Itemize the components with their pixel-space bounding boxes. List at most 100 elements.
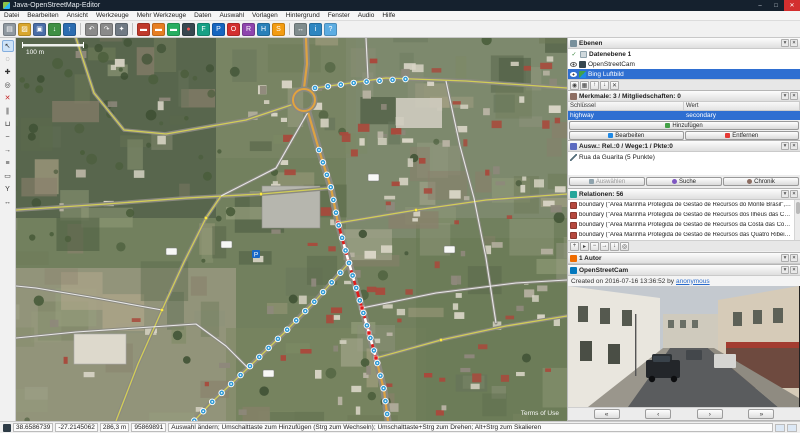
layer-row-bing-luftbild[interactable]: Bing Luftbild xyxy=(568,69,800,79)
align-nodes-tool-icon[interactable]: ≡ xyxy=(1,157,14,169)
tram-preset-icon[interactable]: ▬ xyxy=(167,22,180,36)
move-layer-up-button[interactable]: ↑ xyxy=(590,80,599,90)
edit-tag-button[interactable]: Bearbeiten xyxy=(569,131,684,140)
maximize-button[interactable]: □ xyxy=(768,0,784,11)
panel-close-icon[interactable]: × xyxy=(790,142,798,150)
search-button[interactable]: Suche xyxy=(646,177,722,186)
upload-icon[interactable]: ↑ xyxy=(63,22,76,36)
scrollbar[interactable] xyxy=(794,200,800,240)
panel-close-icon[interactable]: × xyxy=(790,92,798,100)
extrude-tool-icon[interactable]: ⊔ xyxy=(1,118,14,130)
car-preset-icon[interactable]: ▬ xyxy=(137,22,150,36)
menu-hilfe[interactable]: Hilfe xyxy=(378,11,399,20)
panel-sticky-icon[interactable]: ▾ xyxy=(781,39,789,47)
lasso-tool-icon[interactable]: ◌ xyxy=(1,53,14,65)
tag-row-highway[interactable]: highway secondary xyxy=(568,111,800,120)
panel-close-icon[interactable]: × xyxy=(790,39,798,47)
measure-tool-icon[interactable]: ↔ xyxy=(1,196,14,208)
split-way-tool-icon[interactable]: Y xyxy=(1,183,14,195)
next-photo-button[interactable]: › xyxy=(696,409,723,419)
previous-photo-button[interactable]: ‹ xyxy=(645,409,672,419)
redo-icon[interactable]: ↷ xyxy=(100,22,113,36)
menu-auswahl[interactable]: Auswahl xyxy=(215,11,248,20)
panel-close-icon[interactable]: × xyxy=(790,266,798,274)
photo-author-link[interactable]: anonymous xyxy=(676,278,710,285)
menu-ansicht[interactable]: Ansicht xyxy=(63,11,92,20)
menu-audio[interactable]: Audio xyxy=(354,11,379,20)
delete-relation-button[interactable]: − xyxy=(590,241,599,251)
layer-opacity-button[interactable]: ▦ xyxy=(580,80,589,90)
move-layer-down-button[interactable]: ↓ xyxy=(600,80,609,90)
history-button[interactable]: Chronik xyxy=(723,177,799,186)
first-photo-button[interactable]: « xyxy=(593,409,620,419)
relation-row[interactable]: boundary ("Área Marinha Protegida de Ges… xyxy=(568,230,800,240)
menu-datei[interactable]: Datei xyxy=(0,11,23,20)
menu-fenster[interactable]: Fenster xyxy=(324,11,354,20)
parking-icon[interactable]: P xyxy=(212,22,225,36)
download-relation-members-button[interactable]: ↓ xyxy=(610,241,619,251)
select-relation-members-button[interactable]: → xyxy=(600,241,609,251)
new-relation-button[interactable]: + xyxy=(570,241,579,251)
delete-tag-button[interactable]: Entfernen xyxy=(684,131,799,140)
select-tool-icon[interactable]: ↖ xyxy=(1,40,14,52)
new-layer-icon[interactable]: ▤ xyxy=(3,22,16,36)
download-status-icon[interactable] xyxy=(775,423,785,432)
relation-row[interactable]: boundary ("Área Marinha Protegida de Ges… xyxy=(568,220,800,230)
layer-row-openstreetcam[interactable]: OpenStreetCam xyxy=(568,59,800,69)
titlebar[interactable]: Java-OpenStreetMap-Editor – □ ✕ xyxy=(0,0,800,11)
panel-sticky-icon[interactable]: ▾ xyxy=(781,190,789,198)
traffic-light-icon[interactable]: ● xyxy=(182,22,195,36)
bus-preset-icon[interactable]: ▬ xyxy=(152,22,165,36)
undo-icon[interactable]: ↶ xyxy=(85,22,98,36)
edit-relation-button[interactable]: ▸ xyxy=(580,241,589,251)
menu-werkzeuge[interactable]: Werkzeuge xyxy=(92,11,133,20)
layer-visibility-eye-icon[interactable] xyxy=(570,61,577,67)
panel-sticky-icon[interactable]: ▾ xyxy=(781,266,789,274)
scrollbar-thumb[interactable] xyxy=(796,202,800,214)
shop-icon[interactable]: S xyxy=(272,22,285,36)
speed-limit-icon[interactable]: O xyxy=(227,22,240,36)
orthogonalize-tool-icon[interactable]: ▭ xyxy=(1,170,14,182)
restaurant-icon[interactable]: R xyxy=(242,22,255,36)
panel-sticky-icon[interactable]: ▾ xyxy=(781,254,789,262)
select-button[interactable]: Auswählen xyxy=(569,177,645,186)
save-icon[interactable]: ▣ xyxy=(33,22,46,36)
search-relation-button[interactable]: ◎ xyxy=(620,241,629,251)
selection-item[interactable]: Rua da Guarita (5 Punkte) xyxy=(568,152,800,162)
relation-row[interactable]: boundary ("Área Marinha Protegida de Ges… xyxy=(568,200,800,210)
fuel-station-icon[interactable]: F xyxy=(197,22,210,36)
download-icon[interactable]: ↓ xyxy=(48,22,61,36)
active-layer-check-icon[interactable]: ✓ xyxy=(570,51,578,58)
menu-bearbeiten[interactable]: Bearbeiten xyxy=(23,11,62,20)
menu-daten[interactable]: Daten xyxy=(190,11,215,20)
improve-accuracy-tool-icon[interactable]: ~ xyxy=(1,131,14,143)
menu-vorlagen[interactable]: Vorlagen xyxy=(248,11,282,20)
panel-close-icon[interactable]: × xyxy=(790,190,798,198)
follow-line-tool-icon[interactable]: → xyxy=(1,144,14,156)
last-photo-button[interactable]: » xyxy=(748,409,775,419)
panel-sticky-icon[interactable]: ▾ xyxy=(781,142,789,150)
help-icon[interactable]: ? xyxy=(324,22,337,36)
layer-visibility-eye-icon[interactable] xyxy=(570,71,577,77)
menu-hintergrund[interactable]: Hintergrund xyxy=(282,11,324,20)
delete-tool-icon[interactable]: ✕ xyxy=(1,92,14,104)
info-icon[interactable]: i xyxy=(309,22,322,36)
street-photo[interactable] xyxy=(568,286,800,407)
relation-row[interactable]: boundary ("Área Marinha Protegida de Ges… xyxy=(568,210,800,220)
measure-icon[interactable]: ↔ xyxy=(294,22,307,36)
parallel-way-tool-icon[interactable]: ∥ xyxy=(1,105,14,117)
progress-status-icon[interactable] xyxy=(787,423,797,432)
delete-layer-button[interactable]: ✕ xyxy=(610,80,619,90)
minimize-button[interactable]: – xyxy=(752,0,768,11)
map-canvas[interactable]: P 100 m Terms of Use xyxy=(16,38,567,421)
panel-sticky-icon[interactable]: ▾ xyxy=(781,92,789,100)
layer-row-datenebene-1[interactable]: ✓ Datenebene 1 xyxy=(568,49,800,59)
panel-close-icon[interactable]: × xyxy=(790,254,798,262)
zoom-tool-icon[interactable]: ◎ xyxy=(1,79,14,91)
hotel-icon[interactable]: H xyxy=(257,22,270,36)
preferences-icon[interactable]: ✦ xyxy=(115,22,128,36)
open-icon[interactable]: ▨ xyxy=(18,22,31,36)
menu-mehr-werkzeuge[interactable]: Mehr Werkzeuge xyxy=(133,11,190,20)
draw-node-tool-icon[interactable]: ✚ xyxy=(1,66,14,78)
show-hide-layer-button[interactable]: ◉ xyxy=(570,80,579,90)
